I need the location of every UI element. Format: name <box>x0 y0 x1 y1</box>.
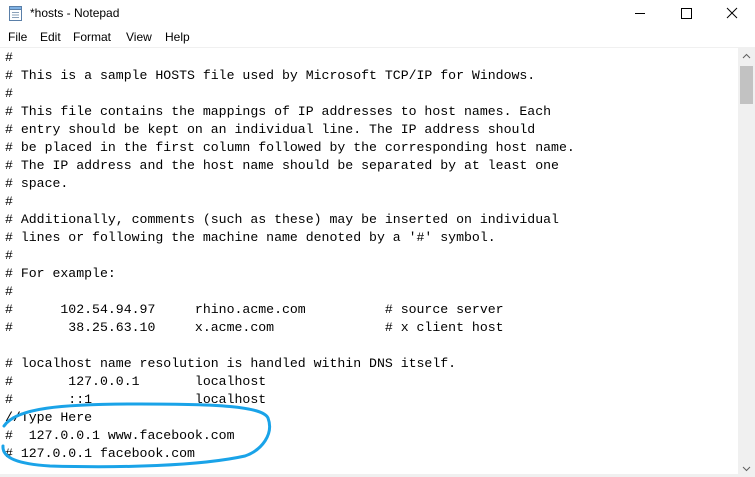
minimize-button[interactable] <box>617 0 663 27</box>
menu-edit[interactable]: Edit <box>40 30 61 44</box>
menu-view[interactable]: View <box>126 30 152 44</box>
scrollbar-thumb[interactable] <box>740 66 753 104</box>
editor-line: # For example: <box>5 266 116 281</box>
menu-bar: File Edit Format View Help <box>0 27 755 47</box>
scroll-up-icon[interactable] <box>738 48 755 65</box>
vertical-scrollbar[interactable] <box>738 48 755 477</box>
editor-line: # 127.0.0.1 localhost <box>5 374 267 389</box>
editor-line: # 102.54.94.97 rhino.acme.com # source s… <box>5 302 504 317</box>
editor-line: # localhost name resolution is handled w… <box>5 356 457 371</box>
editor-line: # space. <box>5 176 69 191</box>
editor-line: # 38.25.63.10 x.acme.com # x client host <box>5 320 504 335</box>
editor-line: # <box>5 284 13 299</box>
scroll-down-icon[interactable] <box>738 460 755 477</box>
maximize-button[interactable] <box>663 0 709 27</box>
editor-line: //Type Here <box>5 410 93 425</box>
editor-line: # be placed in the first column followed… <box>5 140 575 155</box>
maximize-icon <box>681 8 692 19</box>
editor-line: # <box>5 86 13 101</box>
editor-line: # 127.0.0.1 www.facebook.com <box>5 428 235 443</box>
menu-help[interactable]: Help <box>165 30 190 44</box>
editor-line: # entry should be kept on an individual … <box>5 122 536 137</box>
editor-line: # lines or following the machine name de… <box>5 230 496 245</box>
editor-line: # This file contains the mappings of IP … <box>5 104 552 119</box>
editor-line: # ::1 localhost <box>5 392 267 407</box>
editor-line: # The IP address and the host name shoul… <box>5 158 559 173</box>
editor-line: # <box>5 194 13 209</box>
menu-format[interactable]: Format <box>73 30 111 44</box>
minimize-icon <box>635 13 645 14</box>
text-editor[interactable]: # # This is a sample HOSTS file used by … <box>0 48 738 477</box>
editor-line: # <box>5 50 13 65</box>
menu-file[interactable]: File <box>8 30 27 44</box>
title-bar[interactable]: *hosts - Notepad <box>0 0 755 27</box>
window-title: *hosts - Notepad <box>30 6 120 20</box>
editor-line: # <box>5 248 13 263</box>
editor-line: # This is a sample HOSTS file used by Mi… <box>5 68 536 83</box>
close-icon <box>726 7 738 19</box>
notepad-icon <box>9 6 22 21</box>
editor-line: # 127.0.0.1 facebook.com <box>5 446 195 461</box>
close-button[interactable] <box>709 0 755 27</box>
editor-line: # Additionally, comments (such as these)… <box>5 212 559 227</box>
